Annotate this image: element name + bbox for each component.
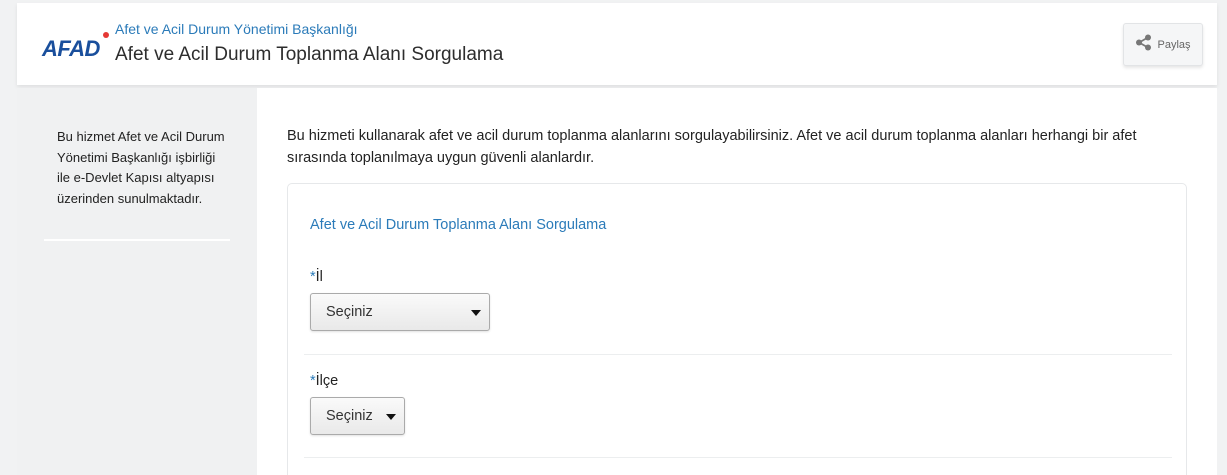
service-description: Bu hizmeti kullanarak afet ve acil durum… <box>287 128 1137 166</box>
il-label: *İl <box>310 269 323 285</box>
share-icon <box>1135 34 1152 56</box>
logo-dot <box>103 32 109 38</box>
chevron-down-icon <box>386 414 396 420</box>
ilce-label-text: İlçe <box>315 373 339 389</box>
service-info-text: Bu hizmet Afet ve Acil Durum Yönetimi Ba… <box>57 129 225 206</box>
share-label: Paylaş <box>1157 38 1191 51</box>
page-header: AFAD Afet ve Acil Durum Yönetimi Başkanl… <box>17 3 1217 85</box>
form-title: Afet ve Acil Durum Toplanma Alanı Sorgul… <box>310 217 607 233</box>
page-title: Afet ve Acil Durum Toplanma Alanı Sorgul… <box>115 44 504 65</box>
il-label-text: İl <box>315 269 323 285</box>
il-select-value: Seçiniz <box>326 304 373 320</box>
ilce-select[interactable]: Seçiniz <box>310 397 405 435</box>
chevron-down-icon <box>471 310 481 316</box>
ilce-label: *İlçe <box>310 373 338 389</box>
share-button[interactable]: Paylaş <box>1123 23 1203 66</box>
query-form-card: Afet ve Acil Durum Toplanma Alanı Sorgul… <box>287 183 1187 475</box>
org-name-link[interactable]: Afet ve Acil Durum Yönetimi Başkanlığı <box>115 21 358 37</box>
sidebar: Bu hizmet Afet ve Acil Durum Yönetimi Ba… <box>17 88 257 475</box>
il-select[interactable]: Seçiniz <box>310 293 490 331</box>
main-content: Bu hizmeti kullanarak afet ve acil durum… <box>257 88 1217 475</box>
ilce-select-value: Seçiniz <box>326 408 373 424</box>
afad-logo[interactable]: AFAD <box>42 36 100 62</box>
field-divider <box>304 354 1172 355</box>
sidebar-divider <box>44 239 230 241</box>
field-divider <box>304 457 1172 458</box>
